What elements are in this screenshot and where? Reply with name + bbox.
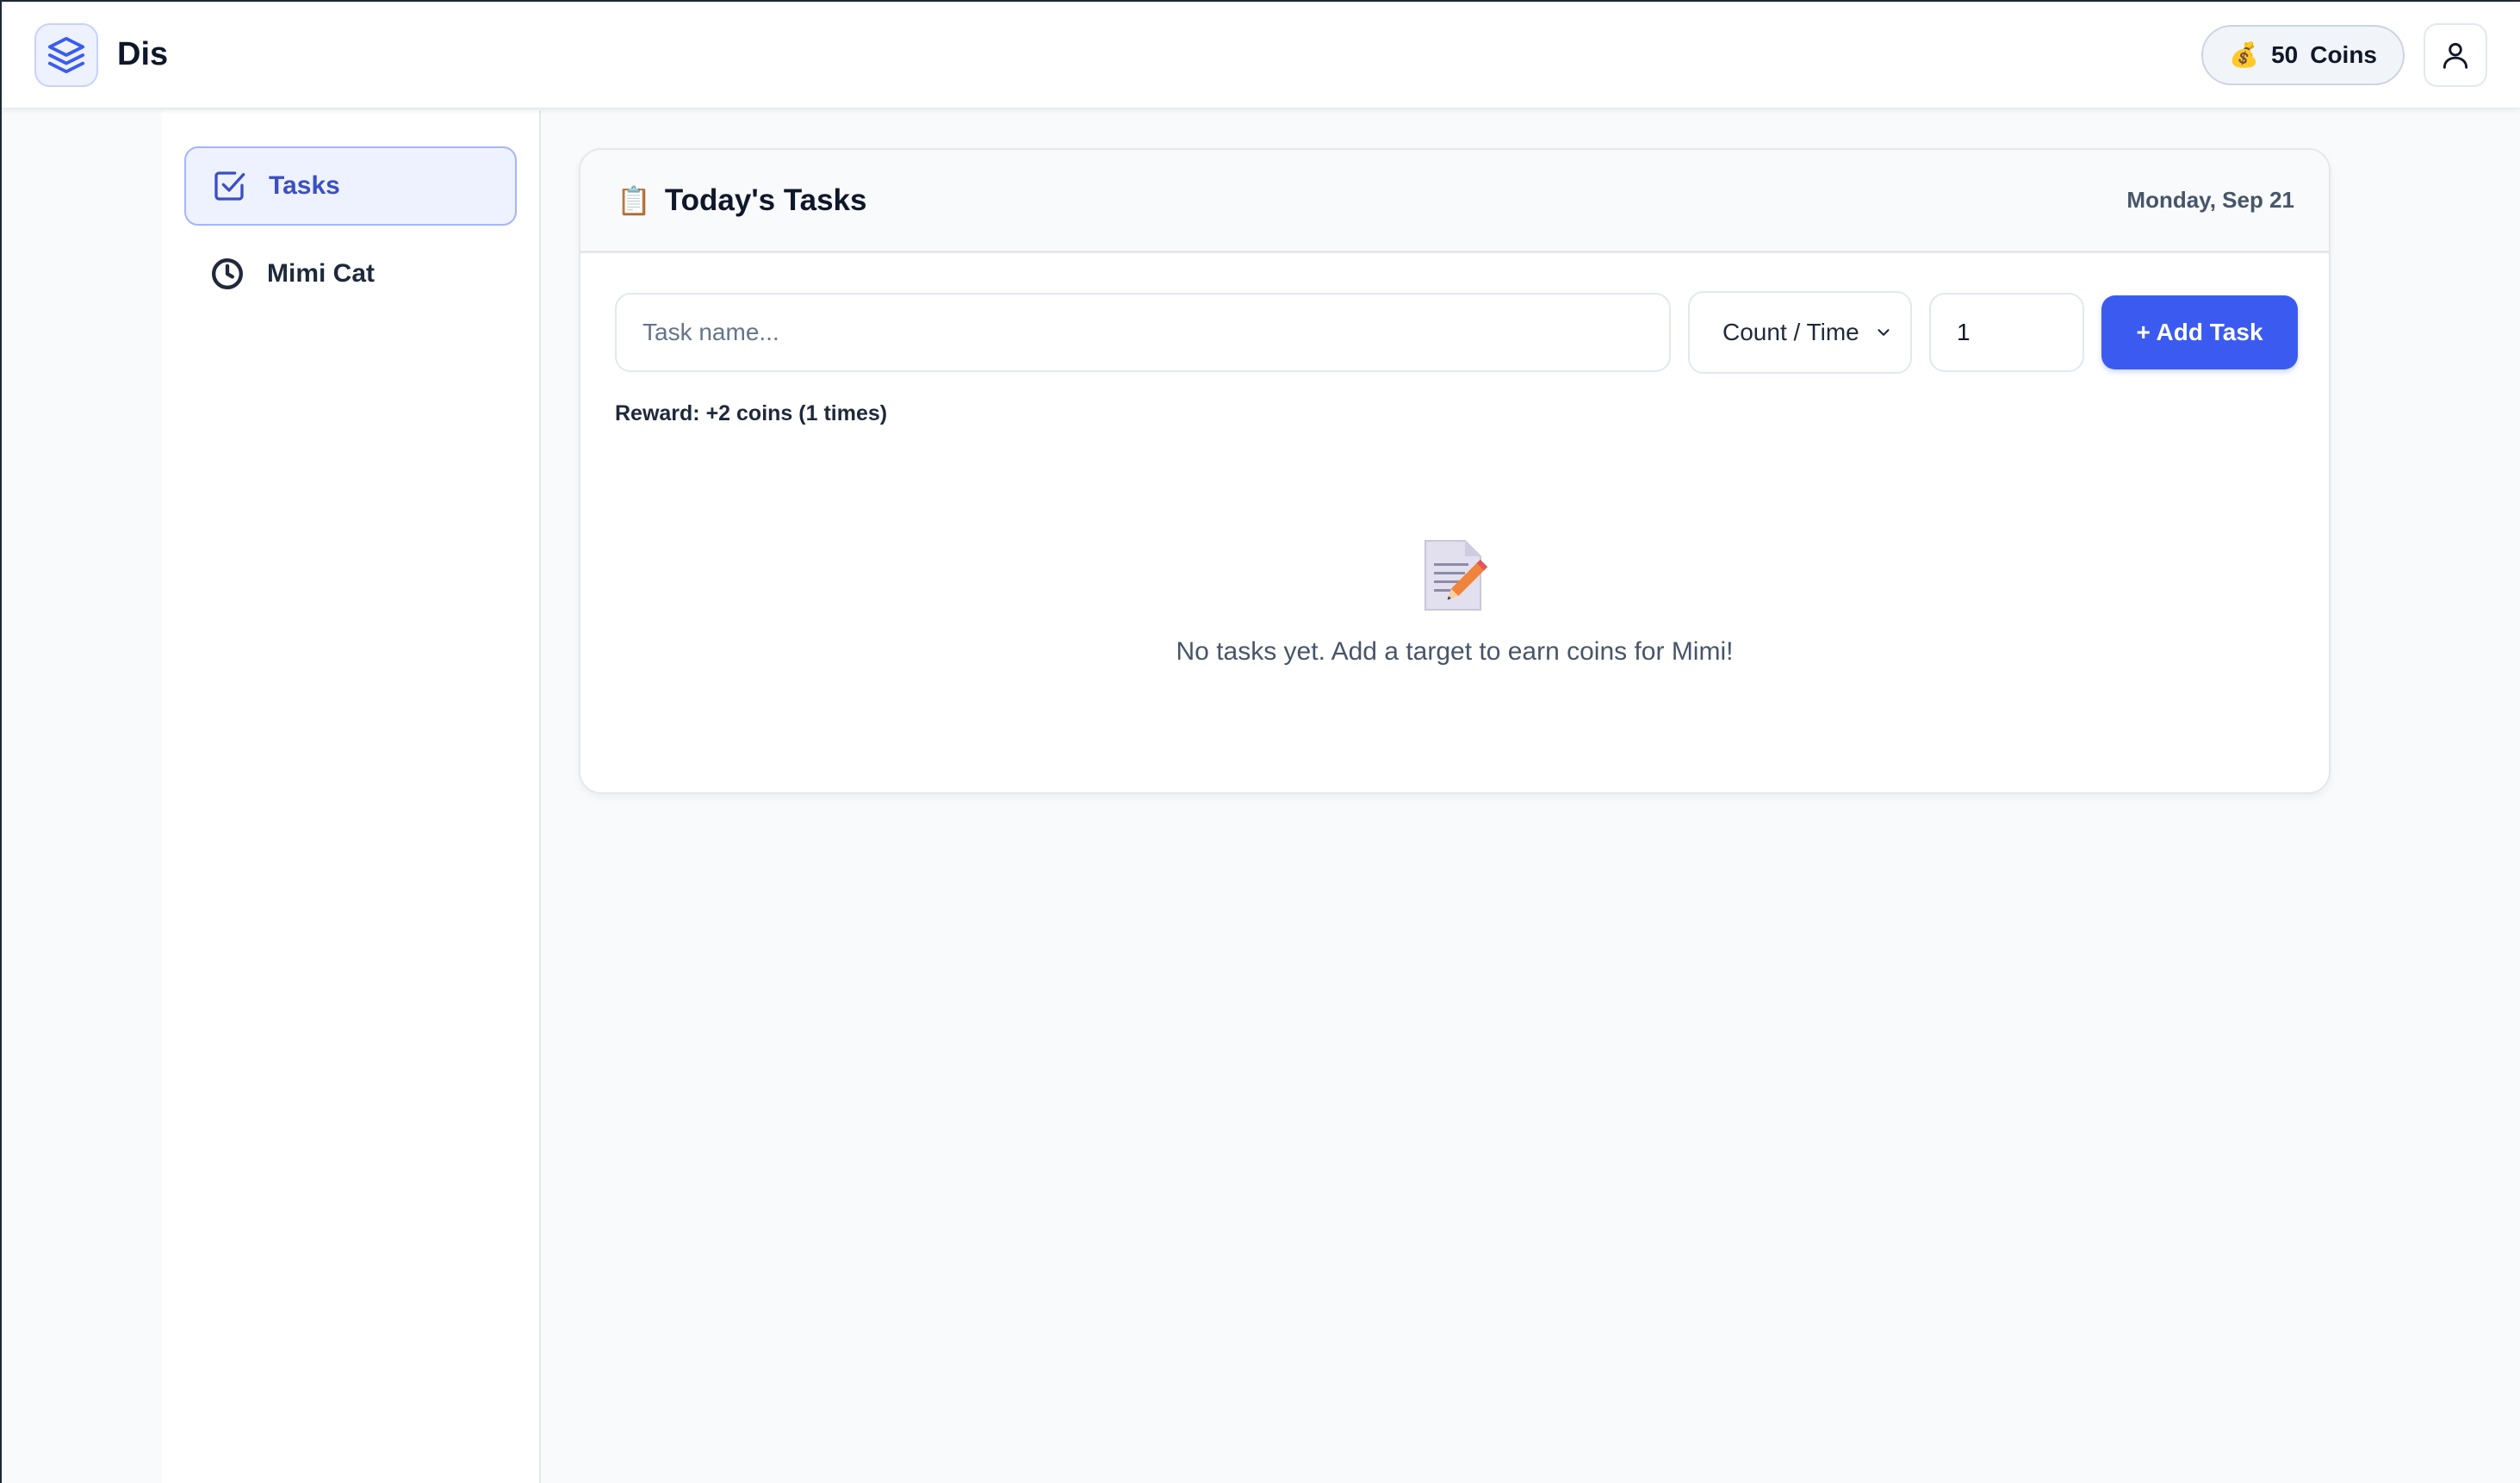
brand-name: Dis [117, 36, 169, 72]
sidebar: Tasks Mimi Cat [162, 110, 541, 1483]
brand[interactable]: Dis [34, 22, 169, 87]
task-type-select[interactable]: Count / Time [1688, 291, 1912, 374]
task-name-input[interactable] [615, 293, 1671, 372]
sidebar-item-mimi-cat[interactable]: Mimi Cat [184, 234, 517, 313]
add-task-form: Count / Time + Add Task [615, 291, 2298, 374]
clock-icon [212, 258, 243, 289]
chevron-down-icon [1878, 329, 1890, 336]
coins-badge[interactable]: 💰 50 Coins [2201, 24, 2405, 85]
current-date: Monday, Sep 21 [2126, 187, 2294, 213]
check-square-icon [214, 171, 245, 201]
top-header: Dis 💰 50 Coins [2, 2, 2520, 109]
reward-text: Reward: +2 coins (1 times) [615, 401, 888, 425]
card-header: 📋 Today's Tasks Monday, Sep 21 [580, 150, 2329, 253]
coins-amount: 50 [2271, 40, 2299, 68]
header-right: 💰 50 Coins [2201, 22, 2487, 87]
empty-state: No tasks yet. Add a target to earn coins… [580, 537, 2329, 667]
add-task-button[interactable]: + Add Task [2101, 295, 2298, 369]
quantity-input[interactable] [1929, 293, 2084, 372]
empty-state-message: No tasks yet. Add a target to earn coins… [1176, 637, 1734, 666]
layers-logo-icon [34, 22, 98, 87]
money-bag-icon: 💰 [2229, 41, 2260, 68]
user-profile-button[interactable] [2424, 22, 2487, 87]
page-title: Today's Tasks [664, 183, 867, 217]
user-icon [2442, 42, 2468, 69]
memo-icon [1420, 537, 1489, 615]
clipboard-icon: 📋 [617, 184, 651, 216]
app-window: Dis 💰 50 Coins Tasks Mimi Cat 📋 Today's … [0, 0, 2520, 1483]
todays-tasks-card: 📋 Today's Tasks Monday, Sep 21 Count / T… [579, 148, 2331, 794]
card-title: 📋 Today's Tasks [617, 183, 866, 218]
sidebar-item-label: Mimi Cat [267, 259, 376, 288]
sidebar-item-tasks[interactable]: Tasks [184, 146, 517, 226]
coins-label: Coins [2310, 40, 2377, 68]
sidebar-item-label: Tasks [269, 171, 340, 200]
task-type-selected: Count / Time [1722, 319, 1859, 345]
